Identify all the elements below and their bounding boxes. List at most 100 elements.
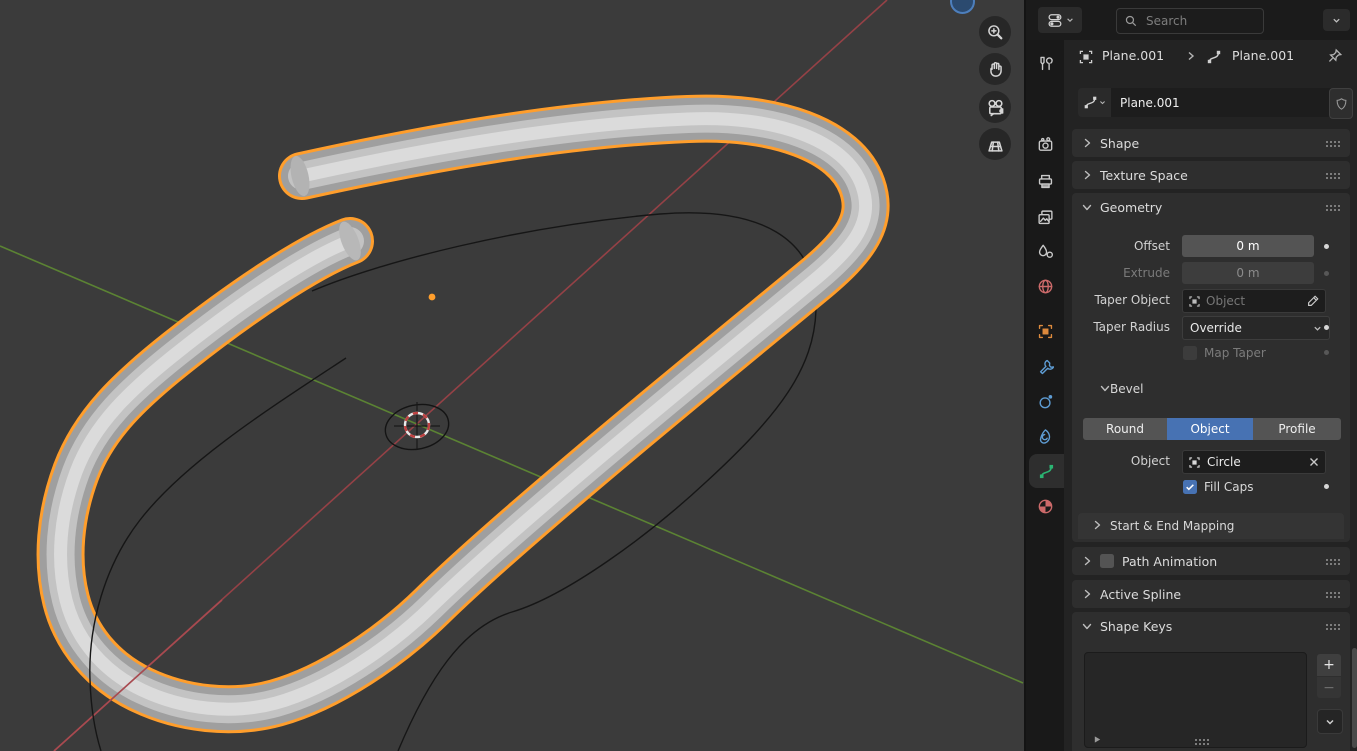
offset-keyframe-dot[interactable]: [1324, 244, 1329, 249]
breadcrumb-data-name[interactable]: Plane.001: [1232, 48, 1294, 63]
properties-editor-icon: [1047, 12, 1064, 29]
scene-icon: [1037, 243, 1054, 260]
bevel-mode-round[interactable]: Round: [1083, 418, 1167, 440]
fill-caps-keyframe-dot[interactable]: [1324, 484, 1329, 489]
clear-x-icon[interactable]: [1308, 456, 1320, 468]
minus-icon: −: [1323, 680, 1335, 696]
camera-view-button[interactable]: [979, 91, 1011, 123]
panel-path-animation-header[interactable]: Path Animation: [1072, 547, 1350, 575]
tab-material[interactable]: [1026, 489, 1064, 523]
pin-icon[interactable]: [1327, 48, 1343, 67]
start-end-mapping-header[interactable]: Start & End Mapping: [1078, 513, 1344, 539]
panel-drag-grip[interactable]: [1325, 140, 1341, 147]
panel-drag-grip[interactable]: [1325, 558, 1341, 565]
tab-tool[interactable]: [1026, 45, 1064, 79]
pan-hand-icon: [986, 60, 1004, 78]
shape-key-add-button[interactable]: +: [1317, 654, 1341, 676]
shield-icon: [1335, 97, 1348, 111]
curve-object-tube[interactable]: [61, 119, 866, 710]
blender-window: Plane.001 Plane.001 Plan: [0, 0, 1357, 751]
breadcrumb-separator-icon: [1186, 50, 1196, 65]
panel-shape-header[interactable]: Shape: [1072, 129, 1350, 157]
panel-shape: Shape: [1072, 129, 1350, 157]
curve-control-point[interactable]: [429, 294, 436, 301]
map-taper-checkbox[interactable]: [1183, 346, 1197, 360]
bevel-object-field[interactable]: Circle: [1182, 450, 1326, 474]
tab-scene[interactable]: [1026, 234, 1064, 268]
panel-active-spline-label: Active Spline: [1100, 587, 1181, 602]
taper-radius-value: Override: [1190, 321, 1242, 335]
path-animation-checkbox[interactable]: [1100, 554, 1114, 568]
tab-render[interactable]: [1026, 127, 1064, 161]
search-box[interactable]: [1116, 8, 1264, 34]
search-icon: [1124, 14, 1138, 28]
tab-object[interactable]: [1026, 314, 1064, 348]
eyedropper-icon[interactable]: [1306, 294, 1320, 308]
zoom-button[interactable]: [979, 16, 1011, 48]
bevel-mode-profile-label: Profile: [1278, 422, 1315, 436]
bevel-mode-object[interactable]: Object: [1167, 418, 1253, 440]
tab-physics[interactable]: [1026, 384, 1064, 418]
chevron-down-icon: [1082, 621, 1092, 631]
fill-caps-label: Fill Caps: [1204, 480, 1253, 495]
panel-shape-keys: Shape Keys + −: [1072, 612, 1350, 751]
3d-viewport[interactable]: [0, 0, 1024, 751]
tab-constraints[interactable]: [1026, 419, 1064, 453]
panel-drag-grip[interactable]: [1325, 591, 1341, 598]
map-taper-keyframe-dot[interactable]: [1324, 350, 1329, 355]
bevel-subpanel-header[interactable]: Bevel: [1100, 379, 1143, 399]
panel-drag-grip[interactable]: [1325, 623, 1341, 630]
shape-keys-list-footer: [1085, 731, 1306, 747]
chevron-down-icon: [1313, 324, 1322, 333]
shape-key-remove-button[interactable]: −: [1317, 677, 1341, 698]
material-icon: [1037, 498, 1054, 515]
pan-button[interactable]: [979, 53, 1011, 85]
taper-object-field[interactable]: Object: [1182, 289, 1326, 313]
filter-expand-icon[interactable]: [1093, 735, 1102, 744]
bevel-mode-object-label: Object: [1190, 422, 1229, 436]
taper-radius-dropdown[interactable]: Override: [1182, 316, 1330, 340]
extrude-keyframe-dot[interactable]: [1324, 271, 1329, 276]
taper-radius-keyframe-dot[interactable]: [1324, 325, 1329, 330]
shape-key-specials-button[interactable]: [1317, 709, 1343, 734]
chevron-down-icon: [1099, 99, 1106, 106]
grid-toggle-button[interactable]: [979, 128, 1011, 160]
offset-field[interactable]: 0 m: [1182, 235, 1314, 257]
header-menu-button[interactable]: [1323, 9, 1350, 31]
bevel-mode-profile[interactable]: Profile: [1253, 418, 1341, 440]
panel-drag-grip[interactable]: [1325, 204, 1341, 211]
data-name-field[interactable]: Plane.001: [1111, 88, 1334, 117]
tab-view-layer[interactable]: [1026, 200, 1064, 234]
selection-outline: [61, 119, 866, 710]
library-override-button[interactable]: [1329, 88, 1353, 119]
map-taper-label: Map Taper: [1204, 346, 1266, 361]
scrollbar-thumb[interactable]: [1352, 648, 1357, 748]
chevron-right-icon: [1092, 519, 1102, 533]
panel-geometry-header[interactable]: Geometry: [1072, 193, 1350, 221]
tube-body: [61, 119, 866, 710]
bevel-label: Bevel: [1110, 382, 1143, 396]
chevron-down-icon: [1066, 16, 1074, 24]
id-type-dropdown[interactable]: [1078, 88, 1111, 117]
panel-texture-space-header[interactable]: Texture Space: [1072, 161, 1350, 189]
panel-shape-keys-header[interactable]: Shape Keys: [1072, 612, 1350, 640]
search-input[interactable]: [1144, 13, 1253, 29]
modifiers-wrench-icon: [1037, 358, 1054, 375]
panel-drag-grip[interactable]: [1325, 172, 1341, 179]
editor-type-button[interactable]: [1038, 7, 1082, 33]
fill-caps-checkbox[interactable]: [1183, 480, 1197, 494]
tab-modifiers[interactable]: [1026, 349, 1064, 383]
tool-icon: [1037, 54, 1054, 71]
panel-active-spline-header[interactable]: Active Spline: [1072, 580, 1350, 608]
extrude-field[interactable]: 0 m: [1182, 262, 1314, 284]
curve-data-icon: [1038, 463, 1055, 480]
list-resize-grip[interactable]: [1194, 738, 1210, 745]
panel-active-spline: Active Spline: [1072, 580, 1350, 608]
bevel-object-label: Object: [1062, 450, 1170, 473]
chevron-down-icon: [1100, 382, 1110, 396]
tab-object-data[interactable]: [1029, 454, 1064, 488]
shape-keys-list[interactable]: [1084, 652, 1307, 748]
breadcrumb-object-name[interactable]: Plane.001: [1102, 48, 1164, 63]
tab-output[interactable]: [1026, 164, 1064, 198]
tab-world[interactable]: [1026, 269, 1064, 303]
